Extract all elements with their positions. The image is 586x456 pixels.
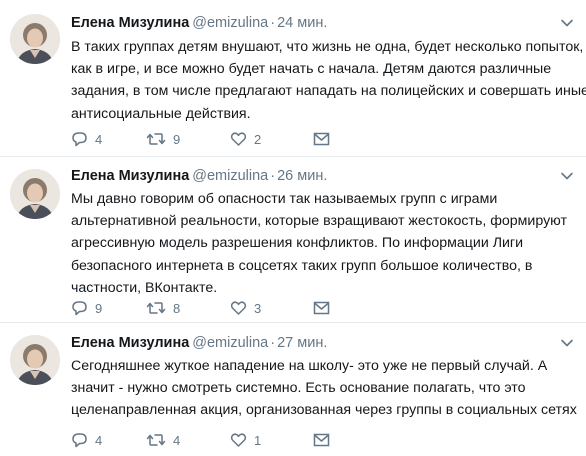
avatar[interactable] — [10, 335, 60, 385]
heart-icon — [230, 132, 247, 146]
tweet-text-line: антисоциальные действия. — [71, 105, 251, 122]
timestamp[interactable]: 26 мин. — [277, 168, 327, 184]
reply-button[interactable]: 9 — [71, 298, 102, 318]
retweet-button[interactable]: 4 — [146, 430, 180, 450]
reply-button[interactable]: 4 — [71, 430, 102, 450]
heart-icon — [230, 433, 247, 447]
tweet[interactable]: Елена Мизулина @emizulina · 24 мин. В таких… — [0, 0, 586, 157]
tweet-text-line: агрессивную модель разрешения конфликтов… — [71, 235, 524, 252]
avatar-photo — [10, 169, 60, 219]
tweet-header: Елена Мизулина @emizulina · 27 мин. — [71, 333, 560, 353]
like-button[interactable]: 3 — [230, 298, 261, 318]
retweet-icon — [146, 434, 166, 446]
reply-icon — [72, 301, 87, 316]
separator-dot: · — [270, 168, 276, 184]
tweet-text-line: В таких группах детям внушают, что жизнь… — [71, 39, 584, 55]
heart-icon — [230, 301, 247, 315]
message-button[interactable] — [313, 430, 330, 450]
retweet-button[interactable]: 8 — [146, 298, 180, 318]
retweet-icon — [146, 133, 166, 145]
like-button[interactable]: 1 — [230, 430, 261, 450]
tweet-text-line: как в игре, и все можно будет начать с н… — [71, 61, 552, 78]
tweet-text: Мы давно говорим об опасности так называ… — [71, 188, 571, 299]
author-name[interactable]: Елена Мизулина — [71, 168, 189, 184]
author-name[interactable]: Елена Мизулина — [71, 15, 189, 31]
chevron-down-icon[interactable] — [560, 16, 574, 30]
tweet-actions: 9 8 3 — [71, 298, 351, 318]
message-button[interactable] — [313, 129, 330, 149]
tweet-actions: 4 9 2 — [71, 129, 351, 149]
tweet-feed: Елена Мизулина @emizulina · 24 мин. В таких… — [0, 0, 586, 456]
like-button[interactable]: 2 — [230, 129, 261, 149]
author-name[interactable]: Елена Мизулина — [71, 335, 189, 351]
retweet-count: 8 — [173, 300, 181, 316]
tweet-actions: 4 4 1 — [71, 430, 351, 450]
author-handle[interactable]: @emizulina — [192, 15, 268, 31]
tweet-text-line: альтернативной реальности, которые взращ… — [71, 213, 568, 230]
avatar-photo — [10, 14, 60, 64]
tweet-header: Елена Мизулина @emizulina · 26 мин. — [71, 166, 560, 186]
chevron-down-icon[interactable] — [560, 336, 574, 350]
tweet-text-line: целенаправленная акция, организованная ч… — [71, 402, 577, 419]
retweet-button[interactable]: 9 — [146, 129, 180, 149]
tweet-header: Елена Мизулина @emizulina · 24 мин. — [71, 13, 560, 33]
reply-button[interactable]: 4 — [71, 129, 102, 149]
timestamp[interactable]: 24 мин. — [277, 15, 327, 31]
separator-dot: · — [270, 15, 276, 31]
retweet-count: 4 — [173, 432, 181, 448]
tweet-text-line: частности, ВКонтакте. — [71, 279, 218, 296]
separator-dot: · — [270, 335, 276, 351]
reply-icon — [72, 132, 87, 147]
chevron-down-icon[interactable] — [560, 169, 574, 183]
tweet-text-line: Мы давно говорим об опасности так называ… — [71, 191, 498, 207]
author-handle[interactable]: @emizulina — [192, 168, 268, 184]
avatar-photo — [10, 335, 60, 385]
reply-icon — [72, 433, 87, 448]
reply-count: 9 — [95, 300, 103, 316]
avatar[interactable] — [10, 169, 60, 219]
message-button[interactable] — [313, 298, 330, 318]
tweet-text-line: значит - нужно смотреть системно. Есть о… — [71, 380, 526, 397]
tweet-text-line: безопасного интернета в соцсетях таких г… — [71, 257, 533, 274]
reply-count: 4 — [95, 432, 103, 448]
like-count: 3 — [254, 300, 262, 316]
avatar[interactable] — [10, 14, 60, 64]
tweet-text: Сегодняшнее жуткое нападение на школу- э… — [71, 355, 577, 422]
tweet-text-line: Сегодняшнее жуткое нападение на школу- э… — [71, 358, 548, 374]
envelope-icon — [313, 433, 330, 447]
like-count: 1 — [254, 432, 262, 448]
tweet[interactable]: Елена Мизулина @emizulina · 27 мин. Сегодня… — [0, 323, 586, 456]
envelope-icon — [313, 301, 330, 315]
author-handle[interactable]: @emizulina — [192, 335, 268, 351]
tweet-text: В таких группах детям внушают, что жизнь… — [71, 36, 586, 125]
envelope-icon — [313, 132, 330, 146]
tweet[interactable]: Елена Мизулина @emizulina · 26 мин. Мы давн… — [0, 157, 586, 323]
tweet-text-line: задания, в том числе предлагают нападать… — [71, 83, 586, 100]
retweet-count: 9 — [173, 131, 181, 147]
like-count: 2 — [254, 131, 262, 147]
timestamp[interactable]: 27 мин. — [277, 335, 327, 351]
retweet-icon — [146, 302, 166, 314]
reply-count: 4 — [95, 131, 103, 147]
